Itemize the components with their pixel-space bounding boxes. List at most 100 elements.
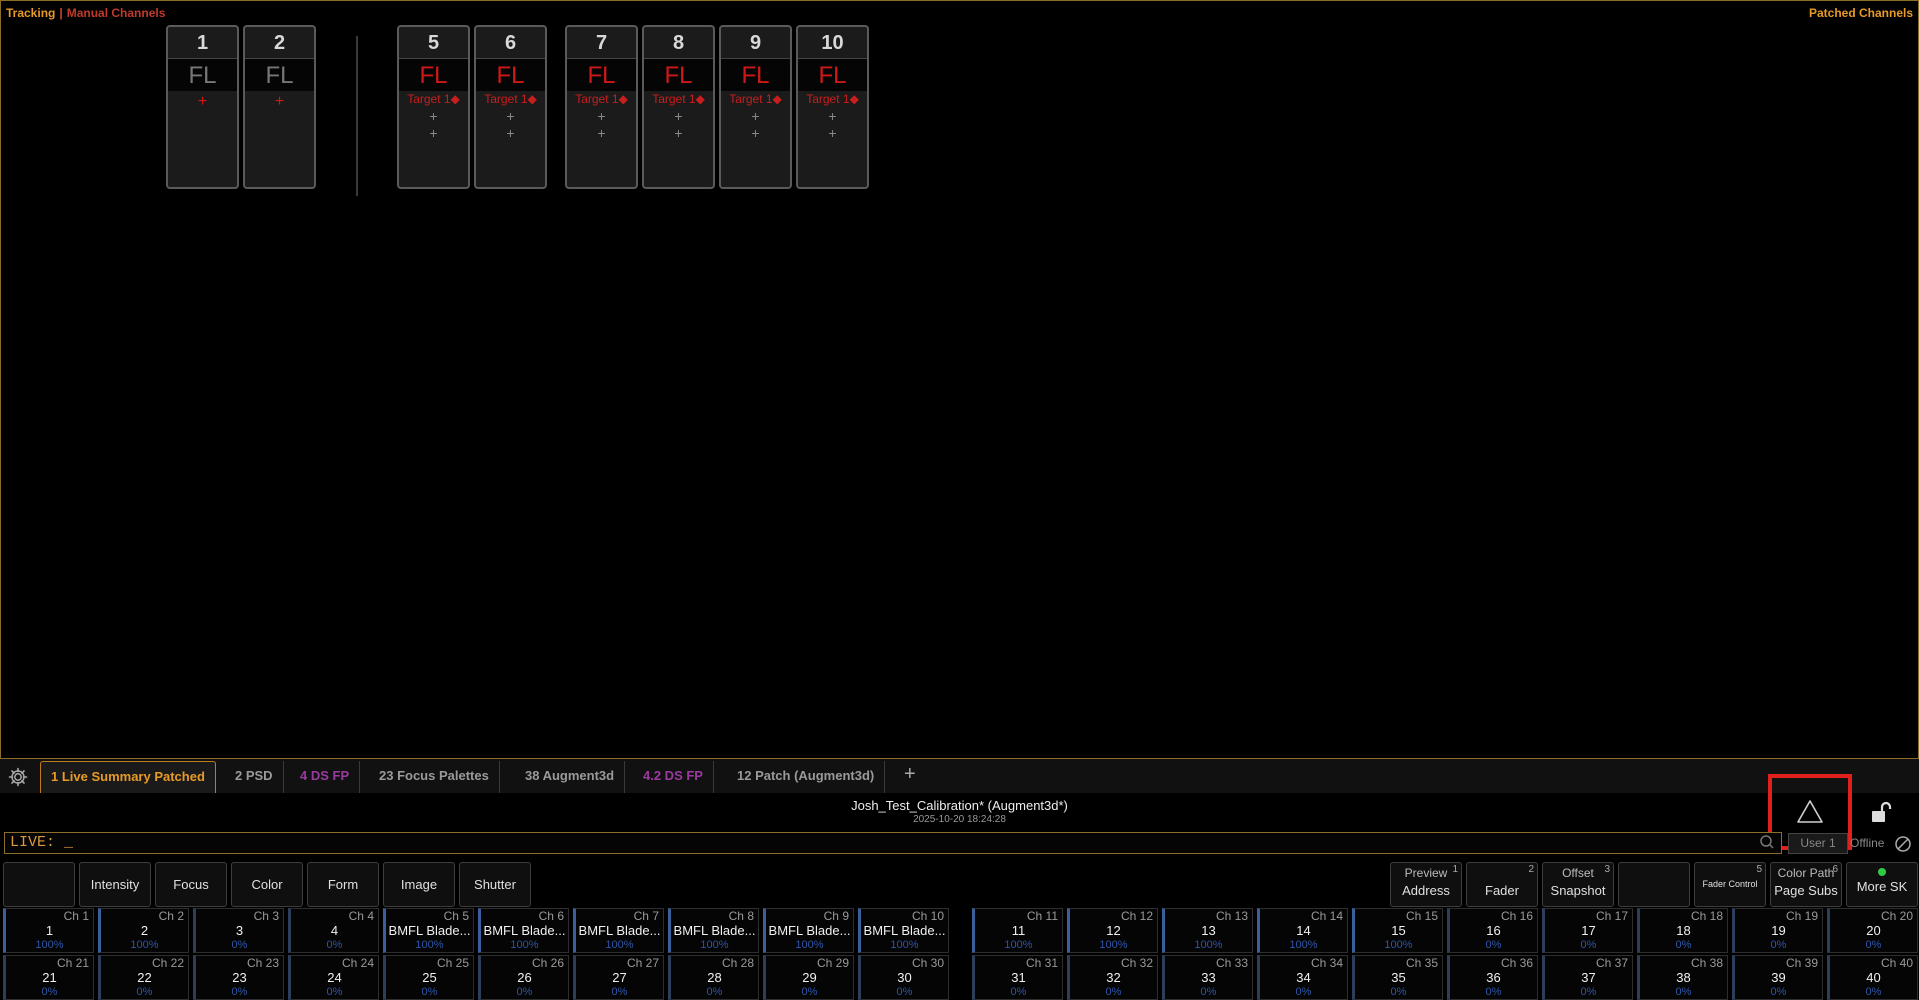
softkey-button[interactable]: Shutter bbox=[459, 862, 531, 907]
tab-item[interactable]: 23 Focus Palettes bbox=[369, 761, 500, 793]
channel-fader[interactable]: Ch 10 BMFL Blade... 100% bbox=[858, 908, 949, 953]
fader-name: 31 bbox=[1011, 970, 1026, 985]
channel-card[interactable]: 5 FL Target 1◆ + + bbox=[397, 25, 470, 189]
channel-fader[interactable]: Ch 39 39 0% bbox=[1732, 955, 1823, 1000]
softkey-button[interactable]: 3 Offset Snapshot bbox=[1542, 862, 1614, 907]
view-mode-label[interactable]: Manual Channels bbox=[67, 6, 166, 20]
fader-name: BMFL Blade... bbox=[578, 923, 661, 938]
channel-fader[interactable]: Ch 1 1 100% bbox=[3, 908, 94, 953]
channel-fader[interactable]: Ch 40 40 0% bbox=[1827, 955, 1918, 1000]
softkey-button[interactable]: 1 Preview Address bbox=[1390, 862, 1462, 907]
softkey-button[interactable]: 6 Color Path Page Subs bbox=[1770, 862, 1842, 907]
channel-number: 7 bbox=[567, 27, 636, 59]
tab-bar: 1 Live Summary Patched 2 PSD 4 DS FP 23 Foc… bbox=[0, 759, 1919, 793]
tab-item[interactable]: 38 Augment3d bbox=[515, 761, 626, 793]
tab-item[interactable]: 12 Patch (Augment3d) bbox=[727, 761, 886, 793]
channel-card[interactable]: 10 FL Target 1◆ + + bbox=[796, 25, 869, 189]
softkey-button[interactable]: 5 Fader Control bbox=[1694, 862, 1766, 907]
channel-fader[interactable]: Ch 11 11 100% bbox=[972, 908, 1063, 953]
channel-plus-line: + bbox=[506, 125, 515, 141]
channel-fader[interactable]: Ch 6 BMFL Blade... 100% bbox=[478, 908, 569, 953]
channel-fader[interactable]: Ch 33 33 0% bbox=[1162, 955, 1253, 1000]
channel-fader[interactable]: Ch 3 3 0% bbox=[193, 908, 284, 953]
channel-fader[interactable]: Ch 15 15 100% bbox=[1352, 908, 1443, 953]
fader-name: 25 bbox=[422, 970, 437, 985]
channel-intensity: FL bbox=[721, 59, 790, 91]
channel-fader[interactable]: Ch 25 25 0% bbox=[383, 955, 474, 1000]
search-icon[interactable] bbox=[1759, 834, 1775, 850]
softkey-button[interactable]: Intensity bbox=[79, 862, 151, 907]
softkey-label: Intensity bbox=[90, 877, 140, 892]
no-entry-icon[interactable] bbox=[1894, 835, 1912, 853]
channel-fader[interactable]: Ch 38 38 0% bbox=[1637, 955, 1728, 1000]
patched-channels-label[interactable]: Patched Channels bbox=[1809, 6, 1913, 20]
add-tab-button[interactable]: + bbox=[904, 763, 916, 786]
softkey-button[interactable]: Image bbox=[383, 862, 455, 907]
channel-fader[interactable]: Ch 26 26 0% bbox=[478, 955, 569, 1000]
fader-level: 0% bbox=[231, 986, 248, 998]
gear-icon[interactable] bbox=[8, 767, 28, 787]
channel-fader[interactable]: Ch 14 14 100% bbox=[1257, 908, 1348, 953]
channel-fader[interactable]: Ch 7 BMFL Blade... 100% bbox=[573, 908, 664, 953]
channel-fader[interactable]: Ch 2 2 100% bbox=[98, 908, 189, 953]
softkey-button[interactable]: 2 Fader bbox=[1466, 862, 1538, 907]
softkey-button[interactable] bbox=[1618, 862, 1690, 907]
fader-level: 0% bbox=[801, 986, 818, 998]
channel-fader[interactable]: Ch 20 20 0% bbox=[1827, 908, 1918, 953]
tab-item[interactable]: 4.2 DS FP bbox=[633, 761, 714, 793]
channel-fader[interactable]: Ch 34 34 0% bbox=[1257, 955, 1348, 1000]
channel-card[interactable]: 7 FL Target 1◆ + + bbox=[565, 25, 638, 189]
channel-fader[interactable]: Ch 12 12 100% bbox=[1067, 908, 1158, 953]
channel-fader[interactable]: Ch 4 4 0% bbox=[288, 908, 379, 953]
fader-level: 0% bbox=[1485, 939, 1502, 951]
channel-fader[interactable]: Ch 24 24 0% bbox=[288, 955, 379, 1000]
fader-channel-label: Ch 21 bbox=[56, 956, 89, 970]
channel-fader[interactable]: Ch 19 19 0% bbox=[1732, 908, 1823, 953]
channel-fader[interactable]: Ch 27 27 0% bbox=[573, 955, 664, 1000]
channel-fader[interactable]: Ch 23 23 0% bbox=[193, 955, 284, 1000]
channel-fader[interactable]: Ch 30 30 0% bbox=[858, 955, 949, 1000]
channel-fader[interactable]: Ch 18 18 0% bbox=[1637, 908, 1728, 953]
channel-fader[interactable]: Ch 13 13 100% bbox=[1162, 908, 1253, 953]
channel-card[interactable]: 2 FL + bbox=[243, 25, 316, 189]
tab-item[interactable]: 1 Live Summary Patched bbox=[40, 761, 216, 793]
channel-target-line: Target 1◆ bbox=[407, 92, 460, 106]
softkey-button[interactable]: Form bbox=[307, 862, 379, 907]
channel-fader[interactable]: Ch 22 22 0% bbox=[98, 955, 189, 1000]
fader-name: 18 bbox=[1676, 923, 1691, 938]
channel-fader[interactable]: Ch 8 BMFL Blade... 100% bbox=[668, 908, 759, 953]
channel-fader[interactable]: Ch 29 29 0% bbox=[763, 955, 854, 1000]
channel-card[interactable]: 6 FL Target 1◆ + + bbox=[474, 25, 547, 189]
channel-card[interactable]: 8 FL Target 1◆ + + bbox=[642, 25, 715, 189]
fader-level: 0% bbox=[1770, 939, 1787, 951]
channel-fader[interactable]: Ch 32 32 0% bbox=[1067, 955, 1158, 1000]
tab-item[interactable]: 2 PSD bbox=[225, 761, 284, 793]
softkey-button[interactable]: Color bbox=[231, 862, 303, 907]
channel-card[interactable]: 9 FL Target 1◆ + + bbox=[719, 25, 792, 189]
channel-fader[interactable]: Ch 35 35 0% bbox=[1352, 955, 1443, 1000]
softkey-button[interactable] bbox=[3, 862, 75, 907]
channel-fader[interactable]: Ch 5 BMFL Blade... 100% bbox=[383, 908, 474, 953]
channel-fader[interactable]: Ch 37 37 0% bbox=[1542, 955, 1633, 1000]
channel-fader[interactable]: Ch 17 17 0% bbox=[1542, 908, 1633, 953]
fader-level: 100% bbox=[605, 939, 634, 951]
softkey-button[interactable]: Focus bbox=[155, 862, 227, 907]
channel-fader[interactable]: Ch 21 21 0% bbox=[3, 955, 94, 1000]
channel-fader[interactable]: Ch 36 36 0% bbox=[1447, 955, 1538, 1000]
fader-level: 100% bbox=[1004, 939, 1033, 951]
user-indicator[interactable]: User 1 bbox=[1788, 833, 1848, 854]
channel-fader[interactable]: Ch 16 16 0% bbox=[1447, 908, 1538, 953]
tracking-mode-label[interactable]: Tracking bbox=[6, 6, 55, 20]
softkey-button[interactable]: More SK bbox=[1846, 862, 1918, 907]
channel-fader[interactable]: Ch 31 31 0% bbox=[972, 955, 1063, 1000]
command-line[interactable]: LIVE: _ bbox=[4, 832, 1782, 854]
channel-fader[interactable]: Ch 9 BMFL Blade... 100% bbox=[763, 908, 854, 953]
fader-name: 12 bbox=[1106, 923, 1121, 938]
channel-card[interactable]: 1 FL + bbox=[166, 25, 239, 189]
unlock-icon[interactable] bbox=[1869, 800, 1893, 824]
fader-channel-label: Ch 11 bbox=[1026, 909, 1058, 923]
fader-name: 32 bbox=[1106, 970, 1121, 985]
fader-name: 33 bbox=[1201, 970, 1216, 985]
tab-item[interactable]: 4 DS FP bbox=[290, 761, 361, 793]
channel-fader[interactable]: Ch 28 28 0% bbox=[668, 955, 759, 1000]
